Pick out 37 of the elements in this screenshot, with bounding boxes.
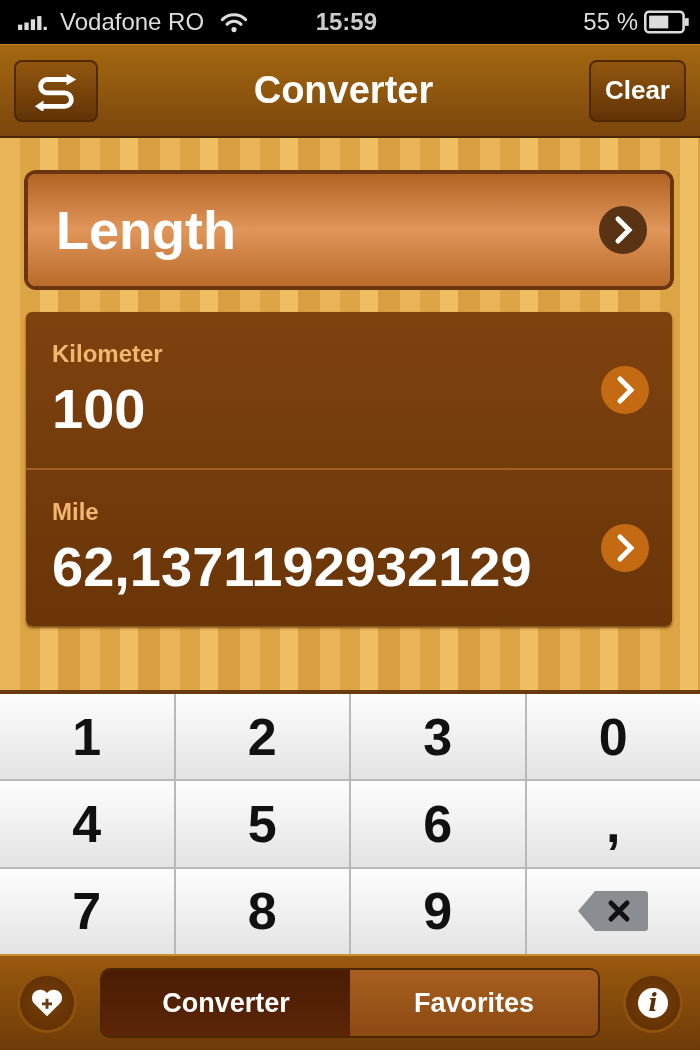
key[interactable]: ,	[526, 781, 700, 867]
unit-row[interactable]: Mile 62,1371192932129	[26, 468, 672, 626]
unit-name: Kilometer	[52, 339, 163, 368]
key[interactable]: 4	[0, 781, 174, 867]
chevron-icon	[600, 523, 650, 573]
backspace-key[interactable]	[526, 868, 700, 954]
battery-icon	[644, 10, 690, 34]
clear-button[interactable]: Clear	[588, 59, 686, 122]
chevron-icon	[600, 365, 650, 415]
backspace-icon	[577, 889, 650, 934]
add-favorite-button[interactable]	[20, 976, 74, 1030]
key[interactable]: 6	[351, 781, 525, 867]
unit-value: 100	[52, 375, 147, 441]
key[interactable]: 0	[526, 694, 700, 780]
key[interactable]: 5	[175, 781, 349, 867]
heart-plus-icon	[30, 988, 64, 1018]
battery-percent: 55 %	[583, 8, 638, 36]
wifi-icon	[220, 11, 249, 33]
tab[interactable]: Favorites	[350, 970, 598, 1036]
unit-row[interactable]: Kilometer 100	[26, 312, 672, 468]
signal-icon	[18, 14, 50, 30]
key[interactable]: 9	[351, 868, 525, 954]
key[interactable]: 1	[0, 694, 174, 780]
tab[interactable]: Converter	[102, 970, 350, 1036]
carrier-name: Vodafone RO	[60, 8, 205, 36]
key[interactable]: 2	[175, 694, 349, 780]
unit-value: 62,1371192932129	[52, 533, 532, 599]
unit-name: Mile	[52, 497, 100, 526]
chevron-icon	[598, 205, 648, 255]
info-button[interactable]: i	[626, 976, 680, 1030]
swap-button[interactable]	[14, 59, 98, 122]
screen-title: Converter	[252, 69, 435, 112]
key[interactable]: 7	[0, 868, 174, 954]
category-label: Length	[56, 199, 236, 261]
key[interactable]: 3	[351, 694, 525, 780]
key[interactable]: 8	[175, 868, 349, 954]
status-time: 15:59	[315, 8, 379, 36]
